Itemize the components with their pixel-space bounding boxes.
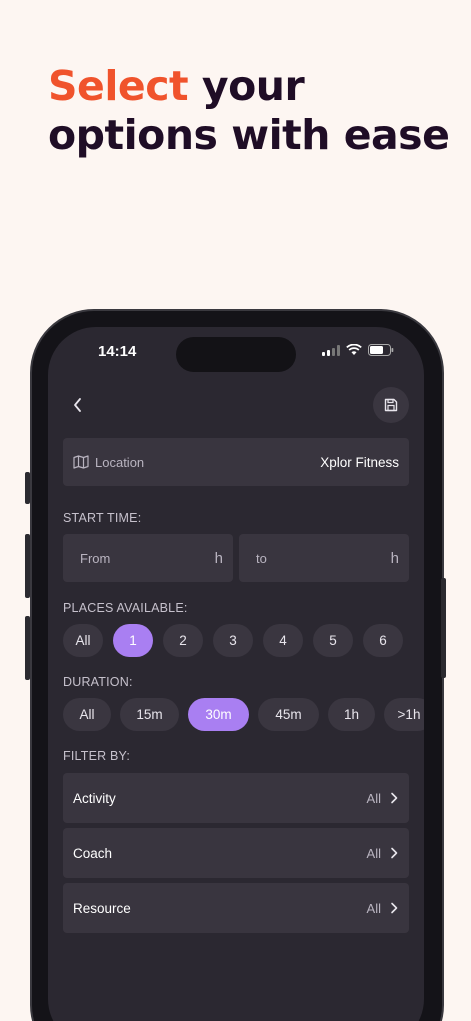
location-field[interactable]: Location Xplor Fitness: [63, 438, 409, 486]
headline-line2: options with ease: [48, 111, 450, 159]
start-time-from-field[interactable]: From h: [63, 534, 233, 582]
filter-row-coach[interactable]: Coach All: [63, 828, 409, 878]
chevron-right-icon: [391, 902, 398, 914]
places-chip-6[interactable]: 6: [363, 624, 403, 657]
from-unit: h: [214, 549, 223, 567]
status-time: 14:14: [98, 343, 137, 360]
app-screen: 14:14 Location Xplor Fitness START TIME:…: [48, 327, 424, 1021]
duration-chip-15m[interactable]: 15m: [120, 698, 179, 731]
save-icon: [384, 398, 398, 412]
headline: Select your options with ease: [48, 62, 450, 160]
filter-row-value: All: [366, 790, 381, 806]
filter-row-name: Resource: [73, 900, 131, 916]
filter-label: FILTER BY:: [63, 749, 131, 763]
mute-switch: [25, 472, 30, 504]
wifi-icon: [346, 344, 362, 355]
save-button[interactable]: [373, 387, 409, 423]
dynamic-island: [176, 337, 296, 372]
filter-row-name: Coach: [73, 845, 113, 861]
duration-chip-45m[interactable]: 45m: [258, 698, 319, 731]
battery-icon: [368, 344, 394, 356]
filter-row-value: All: [366, 845, 381, 861]
to-placeholder: to: [256, 550, 267, 566]
duration-chip-1h[interactable]: 1h: [328, 698, 375, 731]
places-label: PLACES AVAILABLE:: [63, 601, 188, 615]
power-button: [441, 578, 446, 678]
duration-chip-row: All 15m 30m 45m 1h >1h: [63, 698, 424, 731]
places-chip-row: All 1 2 3 4 5 6: [63, 624, 403, 657]
to-unit: h: [390, 549, 399, 567]
filter-row-activity[interactable]: Activity All: [63, 773, 409, 823]
volume-up-button: [25, 534, 30, 598]
filter-row-name: Activity: [73, 790, 116, 806]
filter-row-value: All: [366, 900, 381, 916]
chevron-right-icon: [391, 847, 398, 859]
duration-label: DURATION:: [63, 675, 133, 689]
location-label: Location: [95, 454, 145, 470]
start-time-label: START TIME:: [63, 511, 142, 525]
filter-row-resource[interactable]: Resource All: [63, 883, 409, 933]
places-chip-5[interactable]: 5: [313, 624, 353, 657]
volume-down-button: [25, 616, 30, 680]
places-chip-2[interactable]: 2: [163, 624, 203, 657]
start-time-to-field[interactable]: to h: [239, 534, 409, 582]
places-chip-3[interactable]: 3: [213, 624, 253, 657]
location-value: Xplor Fitness: [320, 454, 399, 470]
headline-line1-rest: your: [188, 62, 305, 110]
places-chip-1[interactable]: 1: [113, 624, 153, 657]
back-button[interactable]: [66, 393, 90, 417]
from-placeholder: From: [80, 550, 111, 566]
map-icon: [73, 455, 89, 469]
places-chip-4[interactable]: 4: [263, 624, 303, 657]
signal-icon: [322, 344, 340, 356]
status-icons: [322, 344, 394, 356]
headline-accent: Select: [48, 62, 189, 110]
chevron-left-icon: [74, 398, 81, 412]
places-chip-all[interactable]: All: [63, 624, 103, 657]
duration-chip-over-1h[interactable]: >1h: [384, 698, 424, 731]
chevron-right-icon: [391, 792, 398, 804]
duration-chip-30m[interactable]: 30m: [188, 698, 249, 731]
duration-chip-all[interactable]: All: [63, 698, 111, 731]
